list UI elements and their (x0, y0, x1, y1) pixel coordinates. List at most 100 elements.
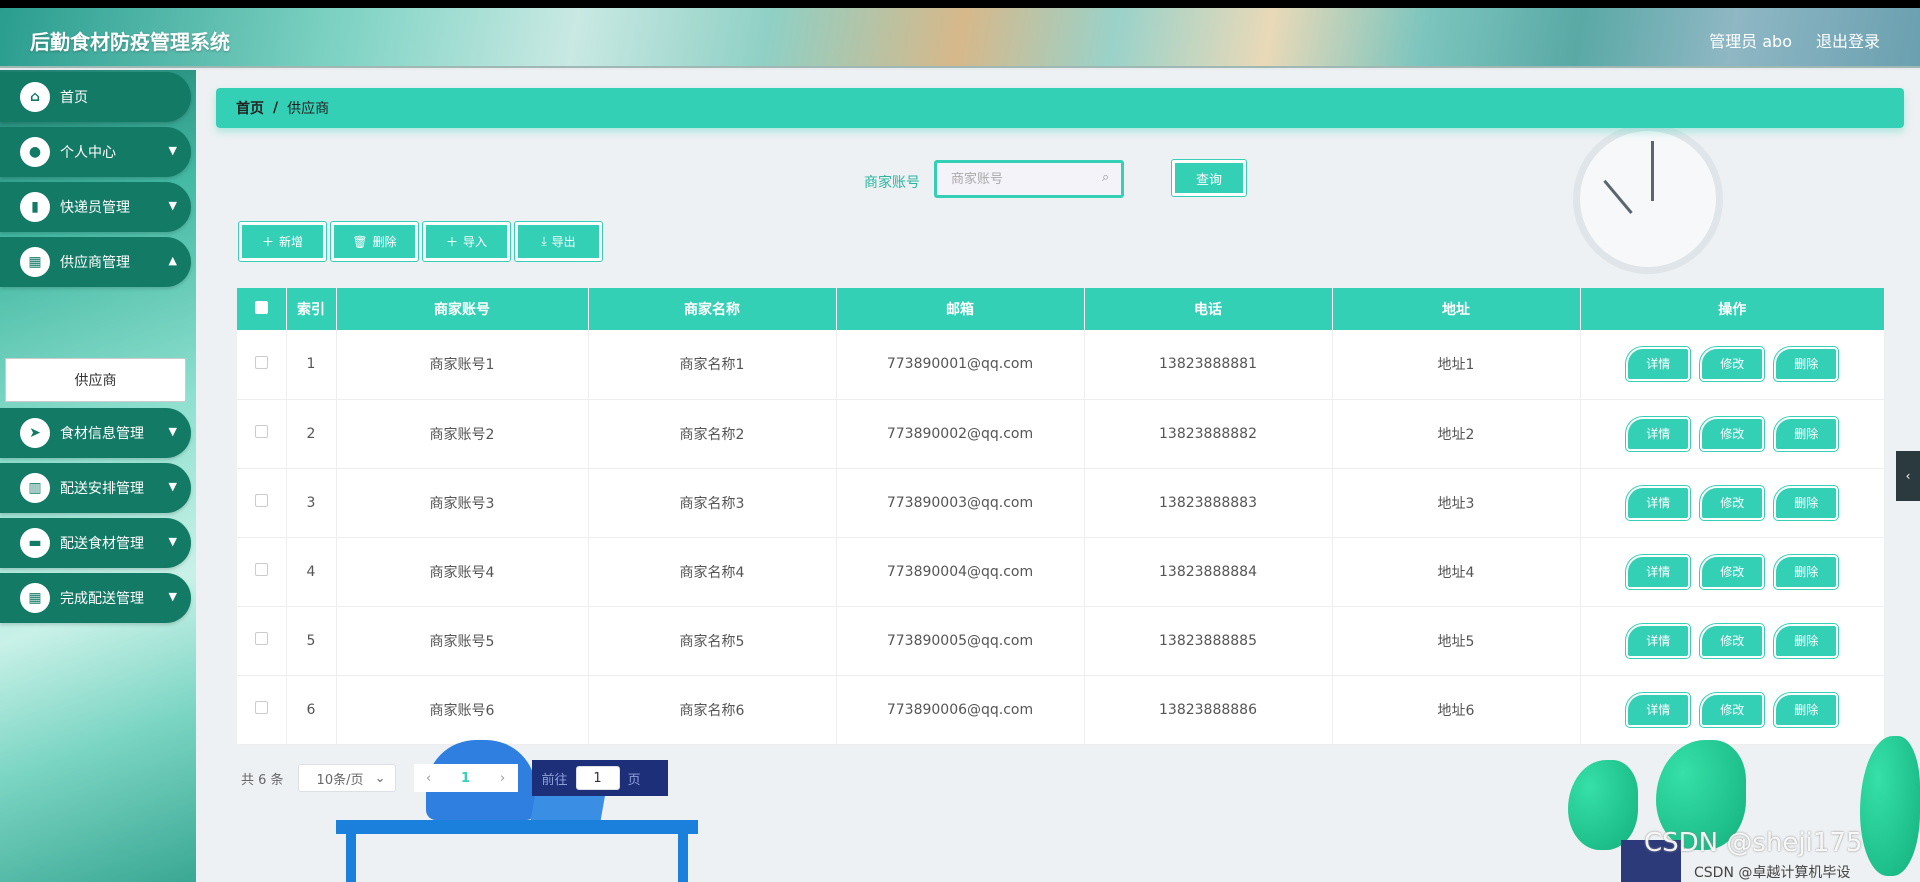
cell-account: 商家账号5 (336, 606, 589, 676)
cell-index: 4 (286, 537, 337, 607)
cell-actions: 详情 修改 删除 (1580, 606, 1885, 676)
breadcrumb-home[interactable]: 首页 (236, 98, 264, 118)
cell-phone: 13823888886 (1084, 675, 1333, 745)
sidebar-item-supplier[interactable]: ▦ 供应商管理 ▲ (0, 237, 191, 287)
row-delete-button[interactable]: 删除 (1773, 691, 1840, 728)
logout-link[interactable]: 退出登录 (1816, 28, 1880, 52)
delete-button[interactable]: 🗑 删除 (330, 221, 419, 262)
breadcrumb-separator: / (273, 100, 279, 116)
admin-user-label[interactable]: 管理员 abo (1709, 28, 1792, 52)
detail-button[interactable]: 详情 (1625, 484, 1692, 521)
row-delete-button[interactable]: 删除 (1773, 346, 1840, 383)
cell-actions: 详情 修改 删除 (1580, 399, 1885, 469)
detail-button[interactable]: 详情 (1625, 415, 1692, 452)
row-checkbox[interactable] (254, 494, 268, 507)
desk-leg (346, 834, 356, 882)
collapse-panel-button[interactable]: ‹ (1896, 451, 1920, 501)
detail-button[interactable]: 详情 (1625, 691, 1692, 728)
cell-email: 773890002@qq.com (836, 399, 1085, 469)
cell-address: 地址6 (1332, 675, 1581, 745)
home-icon: ⌂ (20, 82, 50, 112)
edit-button[interactable]: 修改 (1699, 346, 1766, 383)
book-icon: ▮ (20, 192, 50, 222)
cell-account: 商家账号3 (336, 468, 589, 538)
cell-address: 地址4 (1332, 537, 1581, 607)
breadcrumb-current: 供应商 (287, 101, 330, 117)
cell-name: 商家名称3 (588, 468, 837, 538)
page-size-select[interactable]: 10条/页 ⌄ (297, 764, 396, 792)
row-select-cell (237, 330, 287, 400)
cell-name: 商家名称4 (588, 537, 837, 607)
edit-button[interactable]: 修改 (1699, 415, 1766, 452)
search-input[interactable] (934, 160, 1124, 198)
sidebar-item-home[interactable]: ⌂ 首页 (0, 72, 191, 122)
import-button-label: 导入 (463, 235, 488, 249)
message-icon: ▬ (20, 528, 50, 558)
cell-actions: 详情 修改 删除 (1580, 468, 1885, 538)
sidebar-item-delivery-schedule[interactable]: ▥ 配送安排管理 ▼ (0, 463, 191, 513)
select-all-checkbox[interactable] (254, 300, 268, 314)
add-button-label: 新增 (279, 235, 304, 249)
main-content: 首页 / 供应商 商家账号 ⌕ 查询 ＋ 新增 🗑 删除 ＋ 导入 ⤓ 导出 索引 商家… (196, 70, 1920, 882)
row-delete-button[interactable]: 删除 (1773, 415, 1840, 452)
chevron-down-icon: ▼ (168, 425, 177, 438)
app-header: 后勤食材防疫管理系统 管理员 abo 退出登录 (0, 8, 1920, 68)
export-button[interactable]: ⤓ 导出 (514, 221, 603, 262)
sidebar-item-label: 首页 (60, 90, 88, 106)
row-checkbox[interactable] (254, 563, 268, 576)
prev-page-button[interactable]: ‹ (413, 764, 444, 792)
row-checkbox[interactable] (254, 701, 268, 714)
row-checkbox[interactable] (254, 632, 268, 645)
import-button[interactable]: ＋ 导入 (422, 221, 511, 262)
sidebar-subitem-supplier[interactable]: 供应商 (5, 358, 186, 402)
breadcrumb: 首页 / 供应商 (216, 88, 1904, 128)
chevron-down-icon: ▼ (168, 144, 177, 157)
cell-email: 773890003@qq.com (836, 468, 1085, 538)
sidebar: ⌂ 首页 ● 个人中心 ▼ ▮ 快递员管理 ▼ ▦ 供应商管理 ▲ 供应商 ➤ … (0, 70, 196, 882)
send-icon: ➤ (20, 418, 50, 448)
detail-button[interactable]: 详情 (1625, 553, 1692, 590)
row-select-cell (237, 606, 287, 676)
clock-hand (1603, 179, 1633, 214)
chevron-down-icon: ▼ (168, 199, 177, 212)
next-page-button[interactable]: › (487, 764, 518, 792)
row-checkbox[interactable] (254, 425, 268, 438)
sidebar-item-label: 配送食材管理 (60, 536, 144, 552)
cell-index: 3 (286, 468, 337, 538)
edit-button[interactable]: 修改 (1699, 691, 1766, 728)
sidebar-item-delivery-complete[interactable]: ▦ 完成配送管理 ▼ (0, 573, 191, 623)
row-delete-button[interactable]: 删除 (1773, 553, 1840, 590)
query-button[interactable]: 查询 (1171, 159, 1247, 197)
goto-page-input[interactable] (575, 766, 620, 790)
row-checkbox[interactable] (254, 355, 268, 369)
table-header-row: 索引 商家账号 商家名称 邮箱 电话 地址 操作 (237, 288, 1885, 330)
search-label: 商家账号 (864, 175, 920, 191)
page-number-current[interactable]: 1 (443, 764, 488, 792)
cell-actions: 详情 修改 删除 (1580, 537, 1885, 607)
cell-name: 商家名称6 (588, 675, 837, 745)
detail-button[interactable]: 详情 (1625, 622, 1692, 659)
watermark: CSDN @sheji175 (1644, 828, 1863, 858)
add-button[interactable]: ＋ 新增 (238, 221, 327, 262)
edit-button[interactable]: 修改 (1699, 553, 1766, 590)
row-select-cell (237, 537, 287, 607)
edit-button[interactable]: 修改 (1699, 622, 1766, 659)
cell-name: 商家名称1 (588, 330, 837, 400)
cell-address: 地址5 (1332, 606, 1581, 676)
cell-name: 商家名称5 (588, 606, 837, 676)
sidebar-item-delivery-food[interactable]: ▬ 配送食材管理 ▼ (0, 518, 191, 568)
select-all-cell (237, 288, 287, 330)
trash-icon: 🗑 (352, 234, 368, 249)
plus-icon: ＋ (445, 235, 458, 249)
column-header: 索引 (286, 288, 337, 330)
row-delete-button[interactable]: 删除 (1773, 484, 1840, 521)
sidebar-item-courier[interactable]: ▮ 快递员管理 ▼ (0, 182, 191, 232)
bar-chart-icon: ▥ (20, 473, 50, 503)
sidebar-item-personal-center[interactable]: ● 个人中心 ▼ (0, 127, 191, 177)
edit-button[interactable]: 修改 (1699, 484, 1766, 521)
table-row: 3 商家账号3 商家名称3 773890003@qq.com 138238888… (237, 468, 1885, 538)
row-delete-button[interactable]: 删除 (1773, 622, 1840, 659)
cell-actions: 详情 修改 删除 (1580, 675, 1885, 745)
sidebar-item-food-info[interactable]: ➤ 食材信息管理 ▼ (0, 408, 191, 458)
detail-button[interactable]: 详情 (1625, 346, 1692, 383)
